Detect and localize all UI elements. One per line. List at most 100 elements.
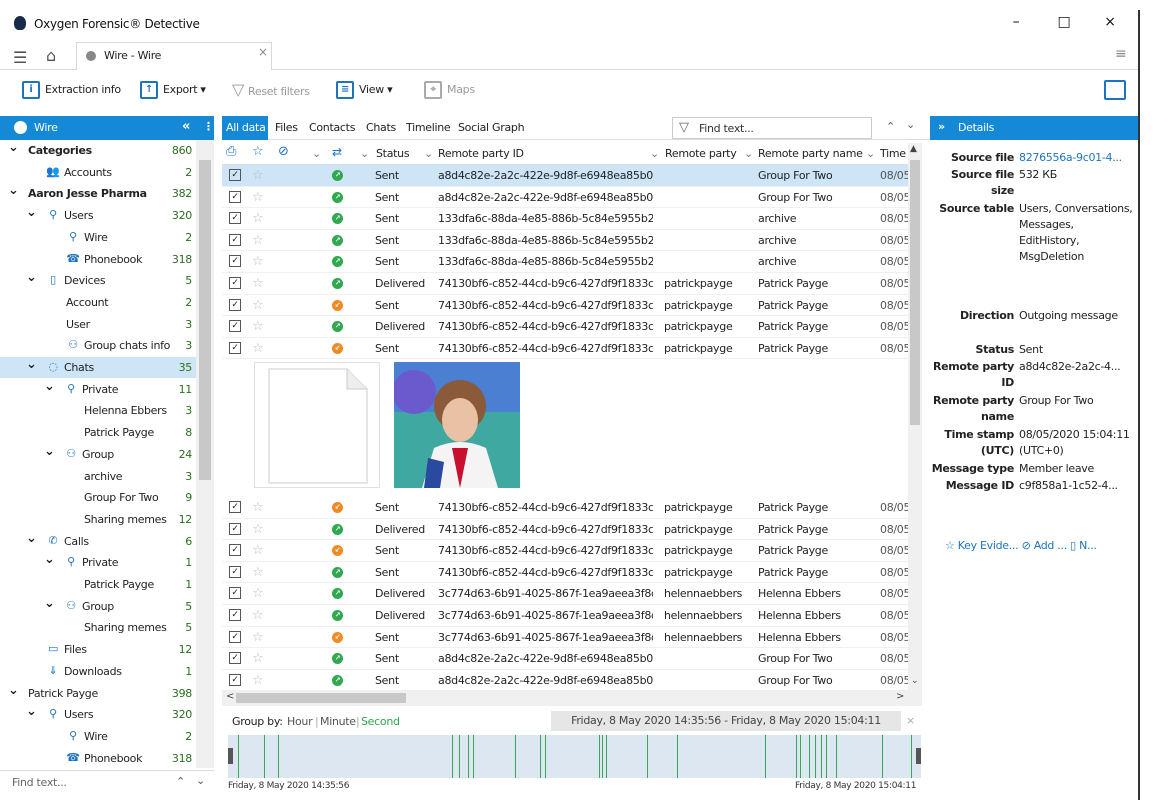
expand-chevron-icon[interactable]: ⌄ (8, 180, 19, 201)
star-icon[interactable]: ☆ (252, 295, 264, 316)
tree-item[interactable]: Sharing memes 5 (0, 617, 196, 638)
time-filter-icon[interactable]: ⌄ (866, 147, 875, 160)
table-row[interactable]: ✓ ☆ ↗ Sent a8d4c82e-2a2c-422e-9d8f-e6948ea85… (222, 165, 908, 187)
expand-chevron-icon[interactable]: ⌄ (8, 680, 19, 701)
row-checkbox[interactable]: ✓ (229, 609, 241, 621)
table-row[interactable]: ✓ ☆ ↗ Delivered 74130bf6-c852-44cd-b9c6-427d… (222, 273, 908, 295)
home-icon[interactable]: ⌂ (46, 46, 56, 65)
minimize-button[interactable]: – (1006, 12, 1026, 32)
tree-item[interactable]: ⌄ ▯ Devices 5 (0, 270, 196, 291)
tree-item[interactable]: Group For Two 9 (0, 487, 196, 508)
tree-item[interactable]: User 3 (0, 314, 196, 335)
row-checkbox[interactable]: ✓ (229, 630, 241, 643)
star-icon[interactable]: ☆ (252, 540, 264, 561)
table-row[interactable]: ✓ ☆ ↙ Sent 3c774d63-6b91-4025-867f-1ea9aeea3… (222, 627, 908, 649)
tree-item[interactable]: ⇓ Downloads 1 (0, 661, 196, 682)
star-icon[interactable]: ☆ (252, 165, 264, 186)
table-row[interactable]: ✓ ☆ ↗ Sent a8d4c82e-2a2c-422e-9d8f-e6948ea85… (222, 187, 908, 209)
table-row[interactable]: ✓ ☆ ↙ Sent 74130bf6-c852-44cd-b9c6-427df9f18… (222, 295, 908, 317)
menu-icon[interactable]: ☰ (13, 48, 27, 67)
maps-button[interactable]: ⌖ Maps (424, 81, 475, 101)
tree-item[interactable]: Patrick Payge 8 (0, 422, 196, 443)
scroll-right-arrow[interactable]: > (896, 691, 904, 702)
tree-item[interactable]: 👥 Accounts 2 (0, 162, 196, 183)
row-checkbox[interactable]: ✓ (229, 320, 241, 333)
expand-chevron-icon[interactable]: ⌄ (26, 701, 37, 722)
tree-item[interactable]: ⌄ Categories 860 (0, 140, 196, 161)
key-evidence-button[interactable]: Key Evide... (958, 539, 1019, 552)
tree-item[interactable]: archive 3 (0, 466, 196, 487)
expand-chevron-icon[interactable]: ⌄ (44, 549, 55, 570)
document-thumbnail[interactable] (254, 362, 380, 488)
star-column-icon[interactable]: ☆ (252, 144, 264, 159)
center-find-box[interactable]: ▽ Find text... (672, 117, 872, 139)
row-checkbox[interactable]: ✓ (229, 169, 241, 181)
expand-chevron-icon[interactable]: ⌄ (8, 140, 19, 158)
row-checkbox[interactable]: ✓ (229, 255, 241, 268)
tab-files[interactable]: Files (275, 121, 298, 134)
find-down-icon[interactable]: ⌄ (196, 774, 205, 787)
table-row[interactable]: ✓ ☆ ↙ Sent 74130bf6-c852-44cd-b9c6-427df9f18… (222, 540, 908, 562)
tree-item[interactable]: ⌄ ⚲ Users 320 (0, 704, 196, 725)
center-find-input[interactable]: Find text... (699, 122, 754, 135)
table-row[interactable]: ✓ ☆ ↗ Sent a8d4c82e-2a2c-422e-9d8f-e6948ea85… (222, 670, 908, 692)
table-row[interactable]: ✓ ☆ ↗ Delivered 3c774d63-6b91-4025-867f-1ea9… (222, 583, 908, 605)
find-prev-icon[interactable]: ⌃ (886, 120, 895, 133)
row-checkbox[interactable]: ✓ (229, 190, 241, 203)
table-row[interactable]: ✓ ☆ ↗ Delivered 74130bf6-c852-44cd-b9c6-427d… (222, 316, 908, 338)
scroll-down-arrow[interactable]: ⌄ (911, 676, 919, 686)
star-icon[interactable]: ☆ (252, 251, 264, 272)
table-row[interactable]: ✓ ☆ ↗ Delivered 74130bf6-c852-44cd-b9c6-427d… (222, 519, 908, 541)
row-checkbox[interactable]: ✓ (229, 277, 241, 289)
collapse-panel-button[interactable]: « (182, 119, 190, 134)
expand-chevron-icon[interactable]: ⌄ (26, 528, 37, 549)
row-checkbox[interactable]: ✓ (229, 522, 241, 535)
export-button[interactable]: ↑ Export ▾ (140, 81, 206, 101)
overflow-menu-icon[interactable]: ≡ (1115, 46, 1127, 62)
expand-details-icon[interactable]: » (938, 120, 945, 133)
star-icon[interactable]: ☆ (252, 562, 264, 583)
direction-column-icon[interactable]: ⇄ (332, 145, 342, 159)
close-button[interactable]: × (1100, 12, 1120, 32)
table-row[interactable]: ✓ ☆ ↗ Sent 133dfa6c-88da-4e85-886b-5c84e5955… (222, 251, 908, 273)
tab-social-graph[interactable]: Social Graph (458, 121, 525, 134)
column-time[interactable]: Time (880, 147, 906, 160)
row-checkbox[interactable]: ✓ (229, 673, 241, 686)
star-icon[interactable]: ☆ (252, 519, 264, 540)
column-remote-id[interactable]: Remote party ID (438, 147, 524, 160)
tab-timeline[interactable]: Timeline (406, 121, 451, 134)
tree-item[interactable]: ⌄ ⚇ Group 24 (0, 444, 196, 465)
star-icon[interactable]: ☆ (252, 273, 264, 294)
table-row[interactable]: ✓ ☆ ↗ Sent a8d4c82e-2a2c-422e-9d8f-e6948ea85… (222, 648, 908, 670)
star-icon[interactable]: ☆ (252, 670, 264, 691)
expand-chevron-icon[interactable]: ⌄ (26, 267, 37, 288)
expand-chevron-icon[interactable]: ⌄ (26, 354, 37, 375)
expand-chevron-icon[interactable]: ⌄ (44, 593, 55, 614)
tag-column-icon[interactable]: ⊘ (278, 144, 289, 159)
row-checkbox[interactable]: ✓ (229, 298, 241, 311)
tab-contacts[interactable]: Contacts (309, 121, 355, 134)
tree-item[interactable]: ⚲ Wire 2 (0, 227, 196, 248)
tree-scroll-thumb[interactable] (199, 160, 211, 480)
star-icon[interactable]: ☆ (252, 583, 264, 604)
detail-value[interactable]: 8276556a-9c01-4... (1019, 150, 1137, 166)
maximize-button[interactable]: □ (1054, 12, 1074, 32)
star-icon[interactable]: ☆ (252, 338, 264, 359)
star-icon[interactable]: ☆ (252, 208, 264, 229)
remote-id-filter-icon[interactable]: ⌄ (424, 147, 433, 160)
row-checkbox[interactable]: ✓ (229, 212, 241, 225)
table-row[interactable]: ✓ ☆ ↙ Sent 74130bf6-c852-44cd-b9c6-427df9f18… (222, 497, 908, 519)
star-icon[interactable]: ☆ (252, 605, 264, 626)
print-icon[interactable]: ⎙ (226, 144, 236, 159)
column-status[interactable]: Status (376, 147, 410, 160)
tree-item[interactable]: ⌄ ⚇ Group 5 (0, 596, 196, 617)
tree-item[interactable]: ⚲ Wire 2 (0, 726, 196, 747)
view-button[interactable]: ≡ View ▾ (336, 81, 393, 101)
status-filter-icon[interactable]: ⌄ (360, 147, 369, 160)
table-row[interactable]: ✓ ☆ ↗ Sent 74130bf6-c852-44cd-b9c6-427df9f18… (222, 562, 908, 584)
timeline-close-icon[interactable]: × (906, 714, 915, 727)
column-remote-party[interactable]: Remote party (665, 147, 737, 160)
scroll-left-arrow[interactable]: < (226, 691, 234, 702)
table-row[interactable]: ✓ ☆ ↗ Sent 133dfa6c-88da-4e85-886b-5c84e5955… (222, 230, 908, 252)
tree-item[interactable]: ⌄ ◌ Chats 35 (0, 357, 196, 378)
